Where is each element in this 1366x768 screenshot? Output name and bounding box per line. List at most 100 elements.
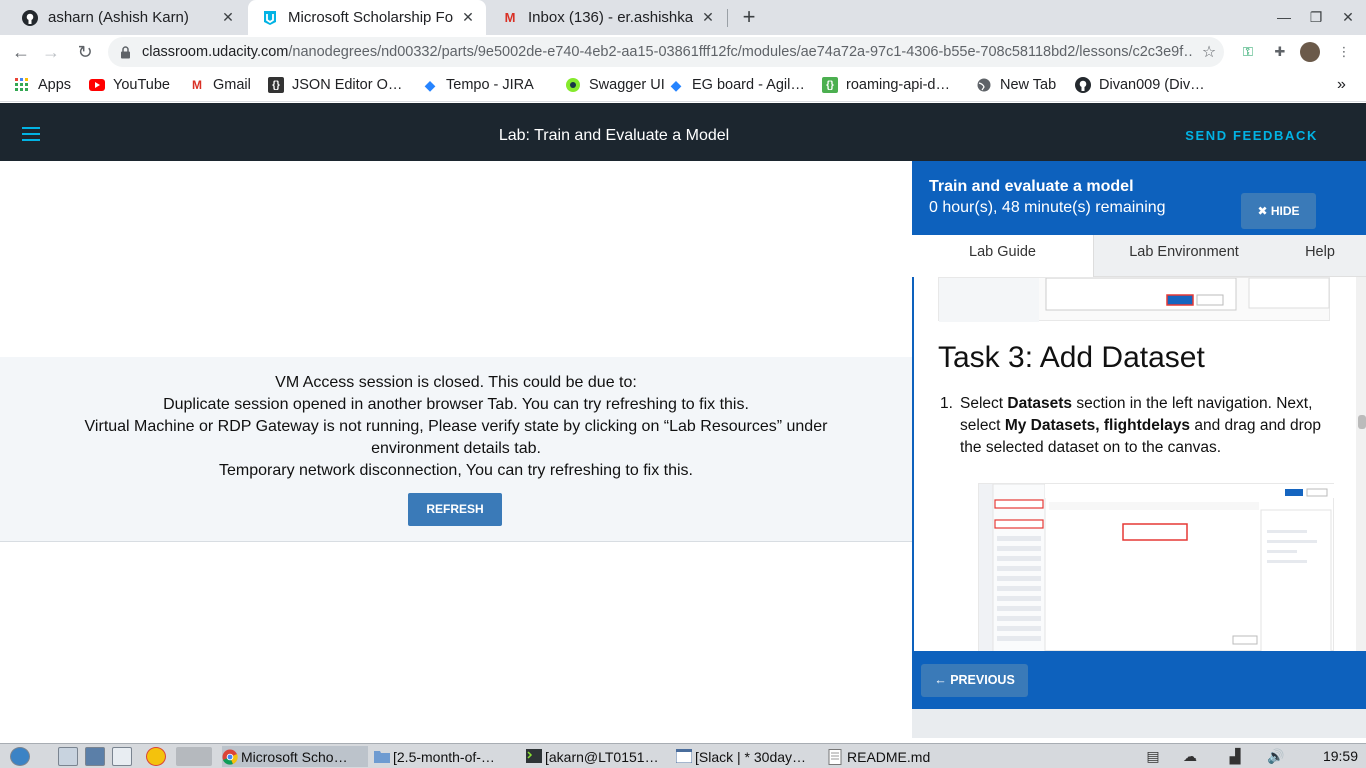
app-header: Lab: Train and Evaluate a Model SEND FEE… (0, 103, 1366, 161)
minimize-icon[interactable]: — (1268, 0, 1300, 35)
step-text: Select (960, 395, 1008, 412)
back-icon[interactable]: ← (8, 39, 34, 65)
tab-lab-guide[interactable]: Lab Guide (912, 235, 1094, 278)
start-menu-icon[interactable] (10, 747, 30, 766)
clipboard-icon[interactable]: ▤ (1143, 747, 1163, 766)
bookmark-json-editor[interactable]: {} JSON Editor O… (268, 75, 402, 95)
browser-toolbar: ← → ↻ classroom.udacity.com /nanodegrees… (0, 35, 1366, 69)
browser-tab-strip: asharn (Ashish Karn) ✕ Microsoft Scholar… (0, 0, 1366, 35)
guide-screenshot-top (938, 277, 1330, 322)
taskbar-item-label: [akarn@LT0151… (545, 748, 659, 765)
tab-title: asharn (Ashish Karn) (48, 9, 189, 26)
tab-title: Inbox (136) - er.ashishkarn (528, 9, 694, 26)
network-cloud-icon[interactable]: ☁ (1180, 747, 1200, 766)
menu-kebab-icon[interactable]: ⋮ (1334, 42, 1354, 62)
bookmark-gmail[interactable]: M Gmail (189, 75, 251, 95)
hide-button[interactable]: ✖ HIDE (1241, 193, 1316, 229)
swagger-icon (565, 77, 581, 93)
bookmark-label: YouTube (113, 77, 170, 93)
bookmark-divan[interactable]: Divan009 (Div… (1075, 75, 1205, 95)
lock-icon (120, 46, 132, 59)
volume-icon[interactable]: 🔊 (1266, 747, 1286, 766)
previous-button[interactable]: ← PREVIOUS (921, 664, 1028, 697)
reload-icon[interactable]: ↻ (72, 39, 98, 65)
extensions-puzzle-icon[interactable]: ✚ (1270, 42, 1290, 62)
bookmark-label: JSON Editor O… (292, 77, 403, 93)
tab-close-icon[interactable]: ✕ (220, 9, 236, 26)
os-taskbar: Microsoft Scho… [2.5-month-of-… [akarn@L… (0, 743, 1366, 768)
youtube-icon (89, 77, 105, 93)
lab-header: Train and evaluate a model 0 hour(s), 48… (912, 161, 1366, 235)
apps-grid-icon (14, 77, 30, 93)
lab-guide-content: Task 3: Add Dataset 1. Select Datasets se… (912, 277, 1366, 651)
tab-lab-environment[interactable]: Lab Environment (1094, 235, 1274, 277)
address-bar[interactable]: classroom.udacity.com /nanodegrees/nd003… (108, 37, 1224, 67)
code-icon: {} (822, 77, 838, 93)
terminal-launcher-icon[interactable] (112, 747, 132, 766)
restore-icon[interactable]: ❐ (1300, 0, 1332, 35)
show-desktop-icon[interactable] (58, 747, 78, 766)
terminal-icon (526, 748, 542, 765)
folder-icon (374, 749, 390, 765)
refresh-button[interactable]: REFRESH (408, 493, 502, 526)
extension-icon[interactable]: ⚿ (1238, 42, 1258, 62)
github-icon (1075, 77, 1091, 93)
tab-close-icon[interactable]: ✕ (700, 9, 716, 26)
browser-tab-udacity[interactable]: Microsoft Scholarship Fou ✕ (248, 0, 486, 35)
bookmark-label: EG board - Agil… (692, 77, 805, 93)
task-heading: Task 3: Add Dataset (938, 341, 1205, 374)
bookmark-tempo-jira[interactable]: ◆ Tempo - JIRA (422, 75, 534, 95)
taskbar-item-chrome[interactable]: Microsoft Scho… (222, 746, 368, 767)
send-feedback-link[interactable]: SEND FEEDBACK (1185, 103, 1318, 161)
gmail-icon: M (192, 78, 202, 92)
browser-tab-gmail[interactable]: M Inbox (136) - er.ashishkarn ✕ (488, 0, 726, 35)
tab-help[interactable]: Help (1274, 235, 1366, 277)
bookmark-star-icon[interactable]: ☆ (1194, 42, 1224, 62)
file-manager-icon[interactable] (85, 747, 105, 766)
taskbar-item-label: README.md (847, 748, 931, 765)
bookmark-apps[interactable]: Apps (14, 75, 71, 95)
taskbar-spacer (176, 747, 212, 766)
tab-separator (727, 9, 728, 27)
url-host: classroom.udacity.com (142, 44, 289, 60)
forward-icon[interactable]: → (38, 39, 64, 65)
clock[interactable]: 19:59 (1323, 746, 1358, 767)
arrow-left-icon: ← (934, 673, 947, 687)
guide-screenshot-designer (978, 483, 1335, 651)
vm-message-line: Virtual Machine or RDP Gateway is not ru… (84, 418, 828, 457)
taskbar-item-terminal[interactable]: [akarn@LT0151… (526, 746, 672, 767)
bookmark-roaming-api[interactable]: {} roaming-api-d… (822, 75, 950, 95)
taskbar-item-label: Microsoft Scho… (241, 748, 348, 765)
lab-tabs: Lab Guide Lab Environment Help (912, 235, 1366, 278)
vm-session-closed-message: VM Access session is closed. This could … (0, 357, 912, 542)
json-icon: {} (268, 77, 284, 93)
bookmark-label: Swagger UI (589, 77, 665, 93)
taskbar-item-readme[interactable]: README.md (828, 746, 974, 767)
bookmark-eg-board[interactable]: ◆ EG board - Agil… (668, 75, 805, 95)
guide-scrollbar[interactable] (1356, 277, 1366, 651)
step-number: 1. (940, 395, 953, 412)
task-step: 1. Select Datasets section in the left na… (940, 393, 1330, 459)
url-path: /nanodegrees/nd00332/parts/9e5002de-e740… (288, 44, 1194, 60)
browser-tab-github[interactable]: asharn (Ashish Karn) ✕ (8, 0, 246, 35)
new-tab-button[interactable]: + (736, 4, 762, 30)
bookmark-new-tab[interactable]: New Tab (976, 75, 1056, 95)
bookmark-label: Apps (38, 77, 72, 93)
vm-viewer: VM Access session is closed. This could … (0, 161, 912, 738)
avatar[interactable] (1300, 42, 1320, 62)
close-window-icon[interactable]: ✕ (1332, 0, 1364, 35)
bookmark-youtube[interactable]: YouTube (89, 75, 170, 95)
vm-message-line: Duplicate session opened in another brow… (163, 396, 749, 413)
chrome-launcher-icon[interactable] (146, 747, 166, 766)
bookmarks-overflow-icon[interactable]: » (1337, 75, 1346, 95)
bookmark-swagger[interactable]: Swagger UI (565, 75, 665, 95)
taskbar-item-label: [2.5-month-of-… (393, 748, 495, 765)
page-title: Lab: Train and Evaluate a Model (498, 127, 730, 144)
window-icon (676, 748, 693, 765)
taskbar-item-label: [Slack | * 30day… (695, 748, 807, 765)
tab-close-icon[interactable]: ✕ (460, 9, 476, 26)
wifi-signal-icon[interactable]: ▟ (1225, 747, 1245, 766)
taskbar-item-folder[interactable]: [2.5-month-of-… (374, 746, 520, 767)
taskbar-item-slack[interactable]: [Slack | * 30day… (676, 746, 822, 767)
lab-guide-panel: Train and evaluate a model 0 hour(s), 48… (912, 161, 1366, 709)
